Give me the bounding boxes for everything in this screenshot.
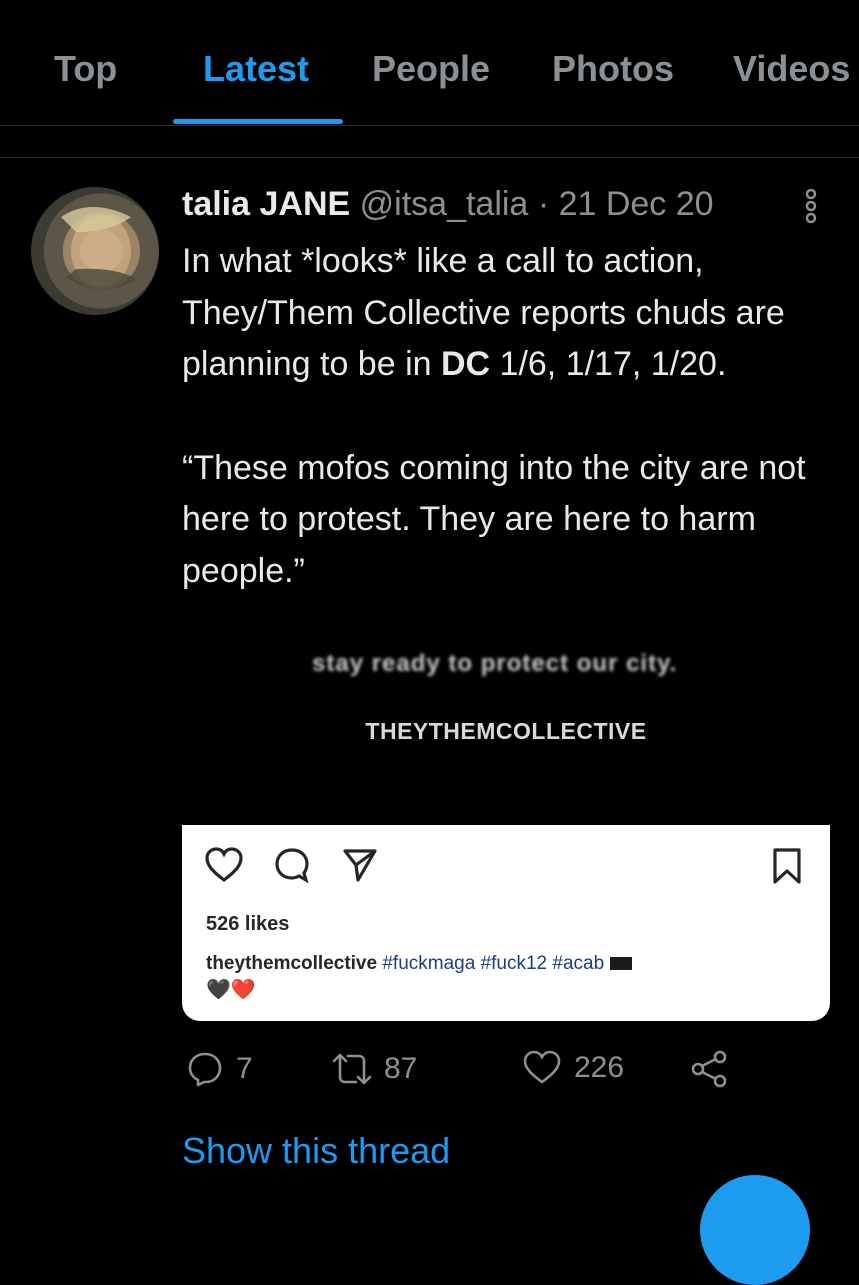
caption-hearts: 🖤❤️ [206, 979, 256, 1001]
retweet-count: 87 [384, 1052, 418, 1085]
reply-count: 7 [236, 1052, 253, 1085]
instagram-screenshot-card[interactable]: 526 likes theythemcollective #fuckmaga #… [182, 825, 830, 1021]
tab-photos[interactable]: Photos [552, 48, 674, 90]
avatar-photo [61, 207, 136, 291]
tweet-quote: “These mofos coming into the city are no… [182, 448, 806, 590]
media-cut-text: stay ready to protect our city. [312, 650, 678, 677]
active-tab-indicator [173, 119, 343, 124]
share-button[interactable] [690, 1050, 740, 1088]
instagram-caption: theythemcollective #fuckmaga #fuck12 #ac… [206, 953, 633, 975]
retweet-button[interactable]: 87 [332, 1050, 417, 1088]
tab-latest[interactable]: Latest [203, 48, 309, 90]
like-count: 226 [574, 1051, 625, 1084]
compose-tweet-button[interactable] [700, 1175, 810, 1285]
tweet-header: talia JANE @itsa_talia · 21 Dec 20 [182, 185, 714, 224]
bookmark-icon [773, 848, 801, 884]
reply-button[interactable]: 7 [186, 1050, 253, 1088]
reply-icon [188, 1052, 222, 1087]
instagram-likes: 526 likes [206, 913, 290, 935]
tweet-text: In what *looks* like a call to action, T… [182, 236, 832, 597]
tweet-date[interactable]: · 21 Dec 20 [538, 185, 714, 223]
caption-tags: #fuckmaga #fuck12 #acab [382, 953, 605, 974]
share-icon [691, 1050, 727, 1088]
search-tabs: Top Latest People Photos Videos [0, 0, 859, 126]
like-button[interactable]: 226 [522, 1050, 624, 1086]
heart-outline-icon [205, 847, 243, 883]
divider [0, 157, 859, 158]
location-bold: DC [440, 345, 491, 383]
retweet-icon [332, 1053, 372, 1085]
caption-user: theythemcollective [206, 953, 378, 974]
avatar[interactable] [31, 187, 159, 315]
author-handle[interactable]: @itsa_talia [360, 185, 529, 223]
media-collective-label: THEYTHEMCOLLECTIVE [365, 718, 647, 744]
comment-bubble-icon [275, 848, 309, 884]
like-icon [523, 1050, 561, 1084]
tab-top[interactable]: Top [54, 48, 117, 90]
send-icon [343, 849, 377, 882]
show-thread-link[interactable]: Show this thread [182, 1130, 450, 1172]
tweet-media-image[interactable]: stay ready to protect our city. THEYTHEM… [182, 648, 830, 820]
tab-people[interactable]: People [372, 48, 490, 90]
flag-icon [610, 957, 633, 971]
more-vertical-icon[interactable] [797, 188, 825, 224]
tweet-paragraph: In what *looks* like a call to action, T… [182, 242, 785, 383]
author-name[interactable]: talia JANE [182, 185, 350, 223]
tab-videos[interactable]: Videos [733, 48, 850, 90]
